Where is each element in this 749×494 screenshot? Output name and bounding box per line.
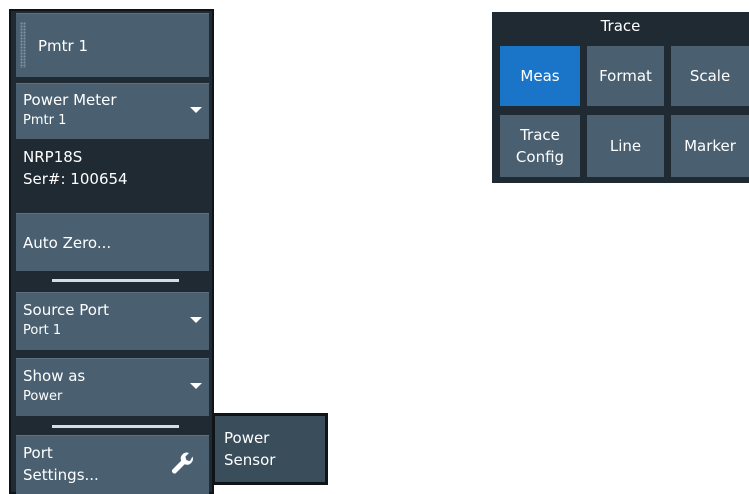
tab-scale[interactable]: Scale [671,46,749,106]
chevron-down-icon [190,107,202,113]
power-meter-dropdown[interactable]: Power Meter Pmtr 1 [16,83,209,139]
power-sensor-line1: Power [224,429,270,447]
chevron-down-icon [190,383,202,389]
divider [52,279,179,282]
pmtr-button[interactable]: Pmtr 1 [16,13,209,77]
port-settings-line2: Settings... [23,466,99,484]
sensor-model: NRP18S [23,148,83,166]
source-port-dropdown[interactable]: Source Port Port 1 [16,292,209,350]
power-meter-label: Power Meter [23,91,117,109]
trace-config-line1: Trace [520,126,560,144]
trace-title: Trace [600,17,641,35]
meas-label: Meas [520,67,560,85]
auto-zero-button[interactable]: Auto Zero... [16,213,209,271]
show-as-label: Show as [23,367,86,385]
power-sensor-popup[interactable]: Power Sensor [212,413,328,485]
divider [52,425,179,428]
pmtr-button-label: Pmtr 1 [38,37,89,55]
tab-meas[interactable]: Meas [500,46,580,106]
trace-panel: Trace Meas Format Scale Trace Config Lin… [492,12,749,183]
format-label: Format [599,67,652,85]
show-as-value: Power [23,389,63,404]
tab-marker[interactable]: Marker [671,115,749,177]
source-port-value: Port 1 [23,323,62,338]
trace-config-line2: Config [515,148,565,166]
auto-zero-label: Auto Zero... [23,234,112,252]
port-settings-button[interactable]: Port Settings... [16,435,209,494]
tab-trace-config[interactable]: Trace Config [500,115,580,177]
grip-icon [20,22,26,68]
marker-label: Marker [684,137,736,155]
power-sensor-button[interactable]: Power Sensor [215,416,325,482]
tab-format[interactable]: Format [587,46,664,106]
chevron-down-icon [190,317,202,323]
sensor-serial: Ser#: 100654 [23,170,128,188]
power-meter-value: Pmtr 1 [23,113,67,128]
tab-line[interactable]: Line [587,115,664,177]
show-as-dropdown[interactable]: Show as Power [16,358,209,416]
source-port-label: Source Port [23,301,110,319]
port-settings-line1: Port [23,444,53,462]
wrench-icon [172,452,193,474]
line-label: Line [609,137,642,155]
power-meter-panel: Pmtr 1 Power Meter Pmtr 1 NRP18S Ser#: 1… [9,9,214,494]
power-sensor-line2: Sensor [224,451,276,469]
scale-label: Scale [689,67,731,85]
